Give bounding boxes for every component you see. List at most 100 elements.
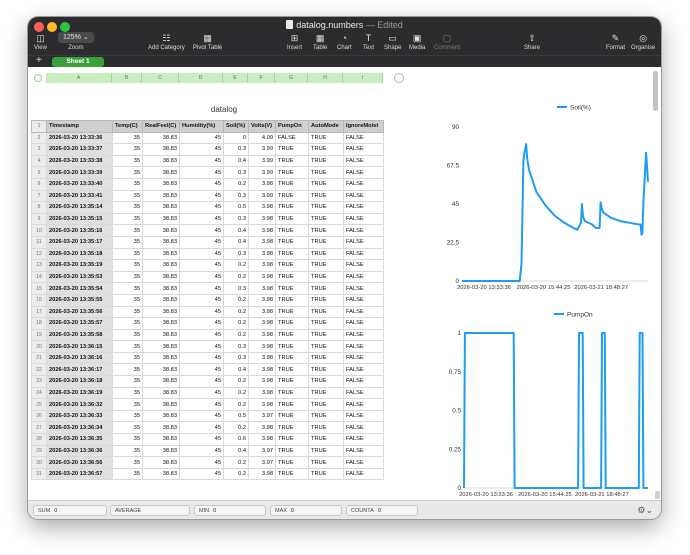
table-cell[interactable]: FALSE [343, 409, 384, 423]
table-cell[interactable]: 3.98 [248, 421, 276, 435]
table-cell[interactable]: TRUE [308, 282, 344, 295]
table-cell[interactable]: 45 [179, 293, 224, 307]
table-cell[interactable]: TRUE [308, 398, 344, 411]
table-cell[interactable]: 3.97 [248, 456, 276, 469]
table-cell[interactable]: 2026-03-20 13:36:17 [46, 363, 113, 377]
table-cell[interactable]: FALSE [343, 224, 384, 237]
table-cell[interactable]: 35 [112, 305, 143, 319]
table-cell[interactable]: FALSE [343, 421, 384, 435]
table-cell[interactable]: 0.2 [223, 270, 249, 284]
table-cell[interactable]: 3.98 [248, 177, 276, 191]
table-cell[interactable]: 35 [112, 131, 143, 145]
table-cell[interactable]: 2026-03-20 13:35:58 [46, 328, 113, 342]
table-cell[interactable]: 38.83 [142, 421, 180, 435]
table-select-handle[interactable] [34, 74, 42, 82]
table-cell[interactable]: TRUE [308, 131, 344, 145]
table-cell[interactable]: 0.3 [223, 143, 249, 156]
organise-button[interactable]: ◎ Organise [631, 32, 655, 51]
table-cell[interactable]: 45 [179, 259, 224, 272]
row-number[interactable]: 18 [31, 317, 47, 330]
table-cell[interactable]: 38.83 [142, 328, 180, 342]
table-cell[interactable]: 3.98 [248, 282, 276, 295]
table-cell[interactable]: FALSE [343, 282, 384, 295]
table-cell[interactable]: 45 [179, 212, 224, 226]
table-cell[interactable]: 0 [223, 131, 249, 145]
table-cell[interactable]: 35 [112, 293, 143, 307]
row-number[interactable]: 12 [31, 247, 47, 261]
row-number[interactable]: 4 [31, 154, 47, 168]
table-cell[interactable]: FALSE [343, 386, 384, 400]
table-cell[interactable]: 38.83 [142, 282, 180, 295]
table-cell[interactable]: 35 [112, 456, 143, 469]
media-button[interactable]: ▣ Media [409, 32, 425, 51]
table-cell[interactable]: FALSE [343, 201, 384, 214]
table-cell[interactable]: TRUE [275, 433, 309, 446]
table-cell[interactable]: 38.83 [142, 444, 180, 458]
table-cell[interactable]: 2026-03-20 13:35:19 [46, 259, 113, 272]
table-cell[interactable]: 3.98 [248, 224, 276, 237]
table-cell[interactable]: 3.99 [248, 143, 276, 156]
column-header[interactable]: F [248, 73, 275, 83]
table-cell[interactable]: TRUE [275, 317, 309, 330]
table-cell[interactable]: TRUE [308, 247, 344, 261]
row-number[interactable]: 11 [31, 235, 47, 249]
table-cell[interactable]: 35 [112, 143, 143, 156]
table-cell[interactable]: FALSE [343, 328, 384, 342]
table-cell[interactable]: TRUE [308, 305, 344, 319]
table-cell[interactable]: 45 [179, 270, 224, 284]
table-cell[interactable]: 2026-03-20 13:36:18 [46, 375, 113, 388]
table-cell[interactable]: 2026-03-20 13:35:16 [46, 224, 113, 237]
text-button[interactable]: T Text [363, 32, 374, 51]
table-cell[interactable]: TRUE [308, 456, 344, 469]
table-cell[interactable]: 35 [112, 340, 143, 353]
table-cell[interactable]: 3.98 [248, 305, 276, 319]
data-table[interactable]: 1 Timestamp Temp(C) RealFeel(C) Humidity… [31, 120, 384, 481]
table-cell[interactable]: 0.2 [223, 398, 249, 411]
header-cell[interactable]: Soil(%) [223, 120, 249, 133]
table-cell[interactable]: 45 [179, 375, 224, 388]
table-cell[interactable]: 35 [112, 270, 143, 284]
table-cell[interactable]: 0.2 [223, 375, 249, 388]
header-cell[interactable]: AutoMode [308, 120, 344, 133]
table-cell[interactable]: 0.4 [223, 154, 249, 168]
table-cell[interactable]: 0.6 [223, 433, 249, 446]
table-cell[interactable]: 45 [179, 224, 224, 237]
table-cell[interactable]: FALSE [343, 143, 384, 156]
table-cell[interactable]: 3.98 [248, 201, 276, 214]
table-cell[interactable]: 0.3 [223, 166, 249, 179]
table-cell[interactable]: 38.83 [142, 467, 180, 481]
table-cell[interactable]: 2026-03-20 13:36:56 [46, 456, 113, 469]
table-cell[interactable]: FALSE [343, 154, 384, 168]
table-cell[interactable]: 0.2 [223, 259, 249, 272]
table-cell[interactable]: 0.3 [223, 282, 249, 295]
table-cell[interactable]: 2026-03-20 13:35:56 [46, 305, 113, 319]
table-cell[interactable]: 38.83 [142, 409, 180, 423]
header-cell[interactable]: Timestamp [46, 120, 113, 133]
table-cell[interactable]: 0.2 [223, 293, 249, 307]
row-number[interactable]: 29 [31, 444, 47, 458]
table-cell[interactable]: 38.83 [142, 166, 180, 179]
table-cell[interactable]: 35 [112, 317, 143, 330]
table-cell[interactable]: 38.83 [142, 212, 180, 226]
table-cell[interactable]: 45 [179, 201, 224, 214]
table-cell[interactable]: 2026-03-20 13:33:38 [46, 154, 113, 168]
table-cell[interactable]: 45 [179, 351, 224, 365]
table-cell[interactable]: TRUE [308, 189, 344, 203]
row-number[interactable]: 21 [31, 351, 47, 365]
table-cell[interactable]: TRUE [275, 444, 309, 458]
add-category-button[interactable]: ☷ Add Category [148, 32, 185, 51]
view-button[interactable]: ◫ View [34, 32, 47, 51]
table-cell[interactable]: 0.2 [223, 421, 249, 435]
table-cell[interactable]: TRUE [275, 247, 309, 261]
row-number[interactable]: 26 [31, 409, 47, 423]
table-cell[interactable]: 45 [179, 189, 224, 203]
table-cell[interactable]: 45 [179, 247, 224, 261]
table-cell[interactable]: 3.97 [248, 444, 276, 458]
table-cell[interactable]: 45 [179, 398, 224, 411]
row-number[interactable]: 28 [31, 433, 47, 446]
table-cell[interactable]: FALSE [343, 398, 384, 411]
row-number[interactable]: 5 [31, 166, 47, 179]
header-cell[interactable]: Volts(V) [248, 120, 276, 133]
table-cell[interactable]: 45 [179, 166, 224, 179]
table-cell[interactable]: TRUE [275, 154, 309, 168]
